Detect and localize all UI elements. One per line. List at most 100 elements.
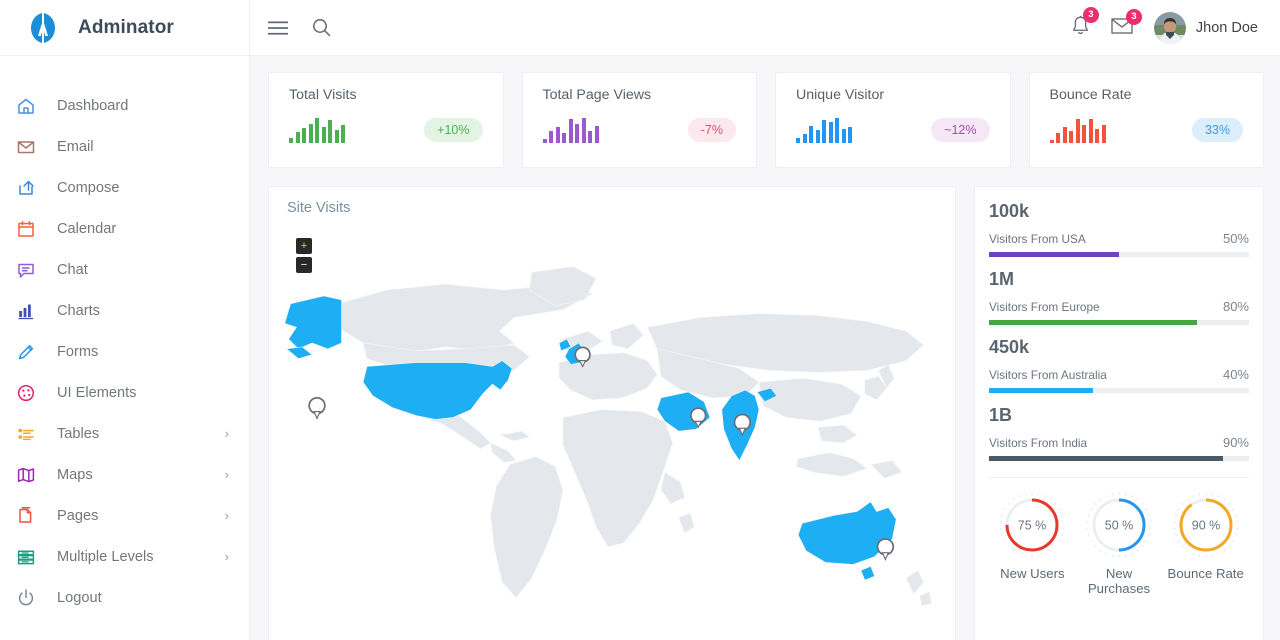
visitor-stat-value: 1B [989, 405, 1249, 426]
visitor-stat-item: 450kVisitors From Australia40% [989, 337, 1249, 393]
visitor-stat-label: Visitors From Australia [989, 368, 1107, 382]
lower-row: Site Visits + − [268, 186, 1264, 640]
gauge-chart: 75 % New Users [989, 492, 1076, 596]
stat-card: Unique Visitor~12% [775, 72, 1011, 168]
gauge-chart: 90 % Bounce Rate [1162, 492, 1249, 596]
calendar-icon [16, 219, 46, 239]
map-icon [16, 465, 46, 485]
stat-card: Total Visits+10% [268, 72, 504, 168]
stat-card: Total Page Views -7% [522, 72, 758, 168]
user-name: Jhon Doe [1196, 20, 1258, 36]
visitor-stat-label: Visitors From USA [989, 232, 1086, 246]
visitor-stat-item: 100kVisitors From USA50% [989, 201, 1249, 257]
progress-bar [989, 456, 1249, 461]
content: Total Visits+10% Total Page Views -7% Uniqu… [250, 56, 1280, 640]
sidebar-item-logout[interactable]: Logout [0, 577, 249, 618]
chevron-right-icon: › [225, 427, 229, 440]
table-list-icon [16, 424, 46, 444]
home-icon [16, 96, 46, 116]
visitor-stat-value: 1M [989, 269, 1249, 290]
hamburger-icon[interactable] [268, 20, 288, 36]
sidebar-item-dashboard[interactable]: Dashboard [0, 85, 249, 126]
map-zoom-out-button[interactable]: − [296, 257, 312, 273]
sparkline-chart [796, 117, 852, 143]
sidebar-item-forms[interactable]: Forms [0, 331, 249, 372]
sidebar-item-charts[interactable]: Charts [0, 290, 249, 331]
map-zoom-controls: + − [296, 238, 312, 276]
visitor-stat-item: 1BVisitors From India90% [989, 405, 1249, 461]
pencil-icon [16, 342, 46, 362]
main-area: 3 3 [250, 0, 1280, 640]
svg-text:75 %: 75 % [1018, 519, 1047, 533]
map-zoom-in-button[interactable]: + [296, 238, 312, 254]
visitor-stats-card: 100kVisitors From USA50%1MVisitors From … [974, 186, 1264, 640]
sidebar-item-label: UI Elements [57, 385, 229, 401]
dashboard-app: Adminator DashboardEmailComposeCalendarC… [0, 0, 1280, 640]
stat-title: Total Page Views [543, 87, 737, 103]
sidebar-item-calendar[interactable]: Calendar [0, 208, 249, 249]
world-map[interactable] [269, 229, 955, 640]
layers-list-icon [16, 547, 46, 567]
sidebar-item-label: Logout [57, 590, 229, 606]
sidebar-item-chat[interactable]: Chat [0, 249, 249, 290]
sidebar-item-label: Compose [57, 180, 229, 196]
site-visits-card: Site Visits + − [268, 186, 956, 640]
gauges-row: 75 % New Users50 %New Purchases 90 % Bounce… [989, 478, 1249, 596]
gauge-label: New Users [989, 566, 1076, 581]
topbar: 3 3 [250, 0, 1280, 56]
sidebar-item-label: Dashboard [57, 98, 229, 114]
sidebar-item-label: Tables [57, 426, 225, 442]
visitor-stat-item: 1M Visitors From Europe 80% [989, 269, 1249, 325]
adminator-logo-icon [26, 11, 60, 45]
gauge-label: Bounce Rate [1162, 566, 1249, 581]
user-menu[interactable]: Jhon Doe [1154, 12, 1258, 44]
pages-icon [16, 506, 46, 526]
stat-title: Total Visits [289, 87, 483, 103]
sidebar-item-label: Charts [57, 303, 229, 319]
progress-bar [989, 388, 1249, 393]
sidebar-item-tables[interactable]: Tables› [0, 413, 249, 454]
sidebar-item-pages[interactable]: Pages› [0, 495, 249, 536]
messages-button[interactable]: 3 [1111, 17, 1133, 39]
chevron-right-icon: › [225, 468, 229, 481]
visitor-stat-percent: 40% [1223, 367, 1249, 382]
sidebar-item-label: Multiple Levels [57, 549, 225, 565]
palette-icon [16, 383, 46, 403]
search-icon[interactable] [312, 18, 331, 37]
power-icon [16, 588, 46, 608]
gauge-chart: 50 %New Purchases [1076, 492, 1163, 596]
sidebar-item-multiple-levels[interactable]: Multiple Levels› [0, 536, 249, 577]
svg-text:90 %: 90 % [1191, 519, 1220, 533]
sidebar-item-ui-elements[interactable]: UI Elements [0, 372, 249, 413]
stat-card: Bounce Rate33% [1029, 72, 1265, 168]
stat-delta-badge: -7% [688, 118, 736, 143]
notifications-badge: 3 [1083, 7, 1099, 23]
visitor-stat-label: Visitors From Europe [989, 300, 1100, 314]
stat-delta-badge: 33% [1192, 118, 1243, 143]
sidebar-item-maps[interactable]: Maps› [0, 454, 249, 495]
sparkline-chart [543, 117, 599, 143]
sidebar-item-label: Pages [57, 508, 225, 524]
brand[interactable]: Adminator [0, 0, 249, 56]
progress-bar [989, 252, 1249, 257]
gauge-ring: 75 % [999, 492, 1065, 558]
sidebar-item-email[interactable]: Email [0, 126, 249, 167]
avatar [1154, 12, 1186, 44]
sidebar-nav: Dashboard Email Compose CalendarChat Charts F… [0, 56, 249, 618]
envelope-icon [16, 137, 46, 157]
visitor-stat-percent: 90% [1223, 435, 1249, 450]
visitor-stats-list: 100kVisitors From USA50%1MVisitors From … [989, 201, 1249, 461]
sidebar-item-label: Maps [57, 467, 225, 483]
sidebar: Adminator DashboardEmailComposeCalendarC… [0, 0, 250, 640]
stat-delta-badge: ~12% [931, 118, 989, 143]
gauge-ring: 50 % [1086, 492, 1152, 558]
notifications-button[interactable]: 3 [1071, 15, 1090, 41]
sidebar-item-compose[interactable]: Compose [0, 167, 249, 208]
chevron-right-icon: › [225, 550, 229, 563]
visitor-stat-value: 100k [989, 201, 1249, 222]
bar-chart-icon [16, 301, 46, 321]
visitor-stat-percent: 80% [1223, 299, 1249, 314]
chat-icon [16, 260, 46, 280]
svg-text:50 %: 50 % [1105, 519, 1134, 533]
chevron-right-icon: › [225, 509, 229, 522]
